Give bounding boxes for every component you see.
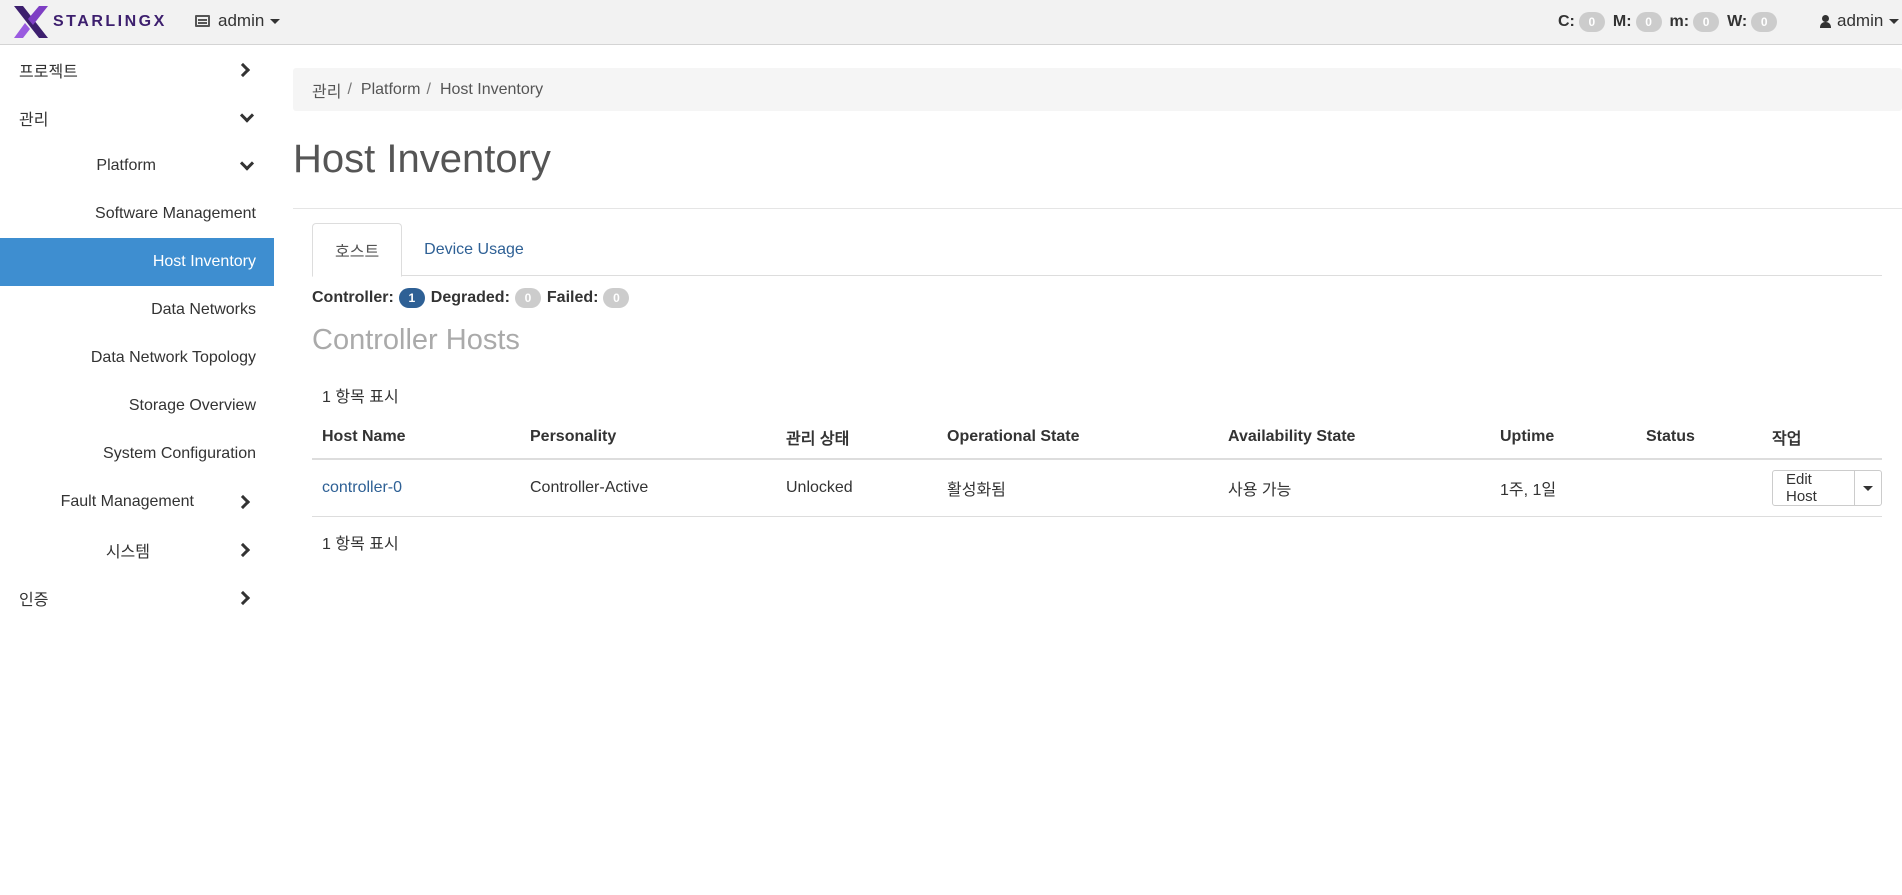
alarm-summary: C: 0 M: 0 m: 0 W: 0 [1558, 12, 1785, 32]
starlingx-x-icon [14, 6, 48, 38]
tab-bar: 호스트 Device Usage [312, 223, 1882, 277]
uptime-cell: 1주, 1일 [1500, 482, 1557, 499]
chevron-right-icon [235, 590, 251, 606]
caret-down-icon [270, 18, 281, 24]
chevron-right-icon [235, 542, 251, 558]
breadcrumb-item-platform[interactable]: Platform [361, 81, 421, 99]
sidebar-item-fault-management[interactable]: Fault Management [0, 478, 274, 526]
alarm-label: C: [1558, 13, 1575, 30]
breadcrumb-item-current: Host Inventory [439, 80, 544, 98]
alarm-count-badge: 0 [1693, 12, 1720, 32]
host-summary: Controller: 1 Degraded: 0 Failed: 0 [312, 288, 635, 308]
section-title: Controller Hosts [312, 324, 520, 356]
sidebar-item-identity[interactable]: 인증 [0, 574, 274, 622]
tab-device-usage[interactable]: Device Usage [402, 223, 546, 276]
chevron-down-icon [239, 156, 255, 171]
sidebar-item-label: Platform [96, 157, 156, 174]
column-header-availability-state[interactable]: Availability State [1228, 428, 1355, 446]
user-menu[interactable]: admin [1820, 11, 1900, 31]
alarm-label: m: [1669, 13, 1690, 30]
top-navbar: STARLINGX admin C: 0 M: 0 m: 0 W: 0 admi… [0, 0, 1902, 45]
controller-label: Controller: [312, 289, 394, 306]
tab-hosts[interactable]: 호스트 [312, 223, 403, 277]
title-divider [293, 208, 1902, 209]
hosts-table: Host Name Personality 관리 상태 Operational … [312, 416, 1882, 517]
column-header-actions: 작업 [1772, 431, 1802, 448]
sidebar-item-platform[interactable]: Platform [0, 142, 274, 190]
breadcrumb-separator: / [426, 80, 431, 98]
sidebar-item-host-inventory[interactable]: Host Inventory [0, 238, 274, 286]
sidebar: 프로젝트 관리 Platform Software Management Hos… [0, 46, 274, 622]
degraded-count-badge: 0 [514, 288, 541, 308]
main-content: 관리 / Platform / Host Inventory Host Inve… [293, 68, 1902, 553]
chevron-right-icon [235, 62, 251, 78]
chevron-down-icon [239, 108, 255, 123]
column-header-admin-state[interactable]: 관리 상태 [786, 425, 849, 449]
table-header: Host Name Personality 관리 상태 Operational … [312, 416, 1882, 460]
caret-down-icon [1889, 18, 1900, 24]
sidebar-item-label: Fault Management [60, 493, 194, 510]
sidebar-item-data-network-topology[interactable]: Data Network Topology [0, 334, 274, 382]
sidebar-item-label: System Configuration [103, 445, 256, 462]
user-name: admin [1837, 11, 1884, 30]
controller-count-badge: 1 [398, 288, 425, 308]
alarm-minor[interactable]: m: 0 [1670, 12, 1720, 32]
brand-name: STARLINGX [53, 13, 167, 30]
sidebar-item-label: Data Network Topology [90, 349, 256, 366]
user-icon [1820, 14, 1831, 28]
sidebar-item-system[interactable]: 시스템 [0, 526, 274, 574]
project-selector[interactable]: admin [195, 11, 281, 31]
column-header-uptime[interactable]: Uptime [1500, 428, 1554, 446]
table-row: controller-0 Controller-Active Unlocked … [312, 460, 1882, 517]
alarm-critical[interactable]: C: 0 [1558, 12, 1605, 32]
starlingx-logo[interactable]: STARLINGX [12, 4, 167, 40]
sidebar-item-software-management[interactable]: Software Management [0, 190, 274, 238]
alarm-label: M: [1612, 13, 1632, 30]
project-name: admin [218, 11, 265, 30]
project-icon [195, 15, 210, 27]
operational-state-cell: 활성화됨 [947, 482, 1006, 499]
sidebar-item-label: Host Inventory [152, 253, 256, 270]
failed-count-badge: 0 [603, 288, 630, 308]
edit-host-button[interactable]: Edit Host [1773, 471, 1855, 505]
sidebar-item-project[interactable]: 프로젝트 [0, 46, 274, 94]
breadcrumb: 관리 / Platform / Host Inventory [293, 68, 1902, 111]
column-header-operational-state[interactable]: Operational State [947, 428, 1079, 446]
sidebar-item-label: 인증 [19, 592, 49, 609]
edit-host-split-button: Edit Host [1772, 470, 1882, 506]
alarm-count-badge: 0 [1751, 12, 1778, 32]
sidebar-item-label: Software Management [95, 205, 256, 222]
caret-down-icon [1862, 485, 1873, 491]
alarm-count-badge: 0 [1635, 12, 1662, 32]
sidebar-item-system-configuration[interactable]: System Configuration [0, 430, 274, 478]
column-header-status[interactable]: Status [1646, 428, 1695, 446]
sidebar-item-data-networks[interactable]: Data Networks [0, 286, 274, 334]
sidebar-item-admin[interactable]: 관리 [0, 94, 274, 142]
availability-state-cell: 사용 가능 [1228, 482, 1292, 499]
failed-label: Failed: [546, 289, 599, 306]
personality-cell: Controller-Active [530, 479, 649, 496]
sidebar-item-label: 시스템 [105, 544, 150, 561]
sidebar-item-label: 프로젝트 [19, 64, 78, 81]
alarm-label: W: [1727, 13, 1748, 30]
more-actions-dropdown[interactable] [1855, 471, 1881, 505]
sidebar-item-storage-overview[interactable]: Storage Overview [0, 382, 274, 430]
admin-state-cell: Unlocked [786, 479, 853, 496]
sidebar-item-label: 관리 [19, 112, 49, 129]
breadcrumb-separator: / [347, 80, 352, 98]
degraded-label: Degraded: [430, 289, 510, 306]
page-title: Host Inventory [293, 137, 551, 181]
sidebar-item-label: Storage Overview [128, 397, 256, 414]
sidebar-item-label: Data Networks [151, 301, 256, 318]
chevron-right-icon [235, 494, 251, 510]
alarm-warning[interactable]: W: 0 [1727, 12, 1778, 32]
column-header-personality[interactable]: Personality [530, 428, 616, 446]
host-name-link[interactable]: controller-0 [322, 479, 402, 497]
breadcrumb-item-admin[interactable]: 관리 [312, 78, 341, 102]
alarm-major[interactable]: M: 0 [1613, 12, 1662, 32]
item-count-bottom: 1 항목 표시 [322, 536, 399, 553]
item-count-top: 1 항목 표시 [322, 389, 399, 406]
column-header-host-name[interactable]: Host Name [322, 428, 406, 446]
alarm-count-badge: 0 [1578, 12, 1605, 32]
